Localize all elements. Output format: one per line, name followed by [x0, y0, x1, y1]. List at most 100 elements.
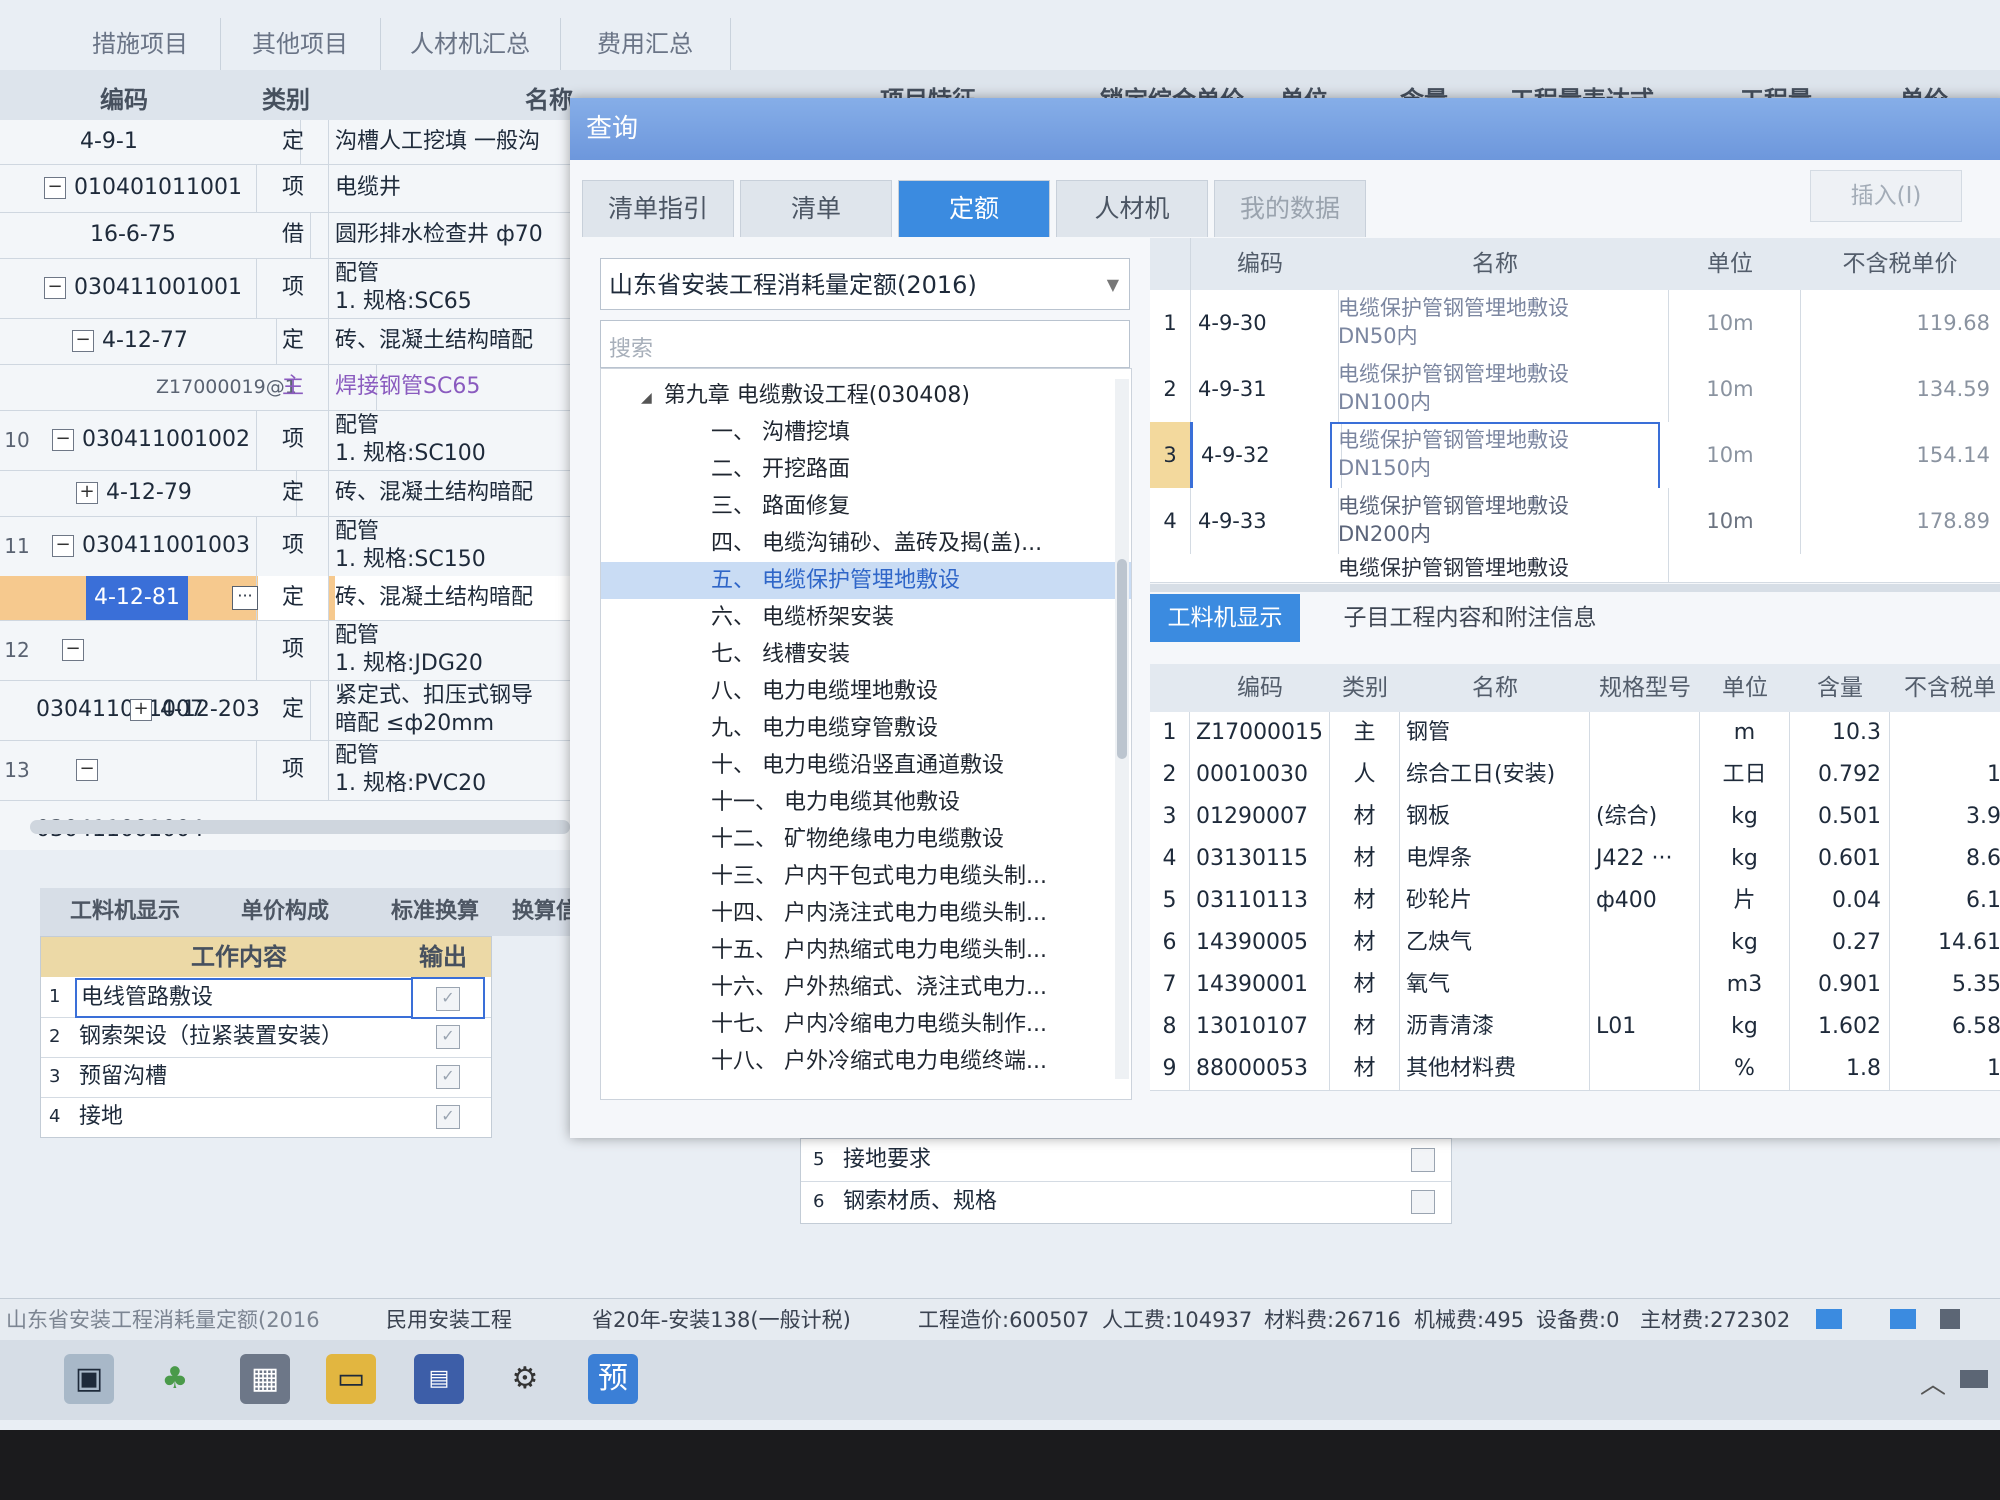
- tab-subitem-content[interactable]: 子目工程内容和附注信息: [1310, 594, 1630, 642]
- dialog-title[interactable]: 查询: [570, 98, 2000, 160]
- tree-item[interactable]: 十三、 户内干包式电力电缆头制...: [601, 858, 1131, 895]
- table-row[interactable]: 16-6-75 借 圆形排水检查井 ф70: [0, 212, 580, 259]
- table-row[interactable]: 1 电线管路敷设 ✓: [41, 977, 491, 1019]
- output-checkbox[interactable]: ✓: [436, 1097, 460, 1137]
- tree-item[interactable]: 十四、 户内浇注式电力电缆头制...: [601, 895, 1131, 932]
- collapse-toggle[interactable]: −: [72, 330, 94, 352]
- material-row[interactable]: 2 00010030 人综合工日(安装) 工日 0.792 1: [1150, 754, 2000, 797]
- tab-material-display-active[interactable]: 工料机显示: [1150, 594, 1300, 642]
- tree-item[interactable]: 二、 开挖路面: [601, 451, 1131, 488]
- table-row[interactable]: −010401011001 项 电缆井: [0, 164, 580, 213]
- quota-row-selected[interactable]: 3 4-9-32 电缆保护管钢管埋地敷设 DN150内 10m 154.14: [1150, 422, 2000, 490]
- tab-labor-material-machine[interactable]: 人材机: [1056, 180, 1208, 237]
- output-checkbox-cell[interactable]: ✓: [411, 977, 485, 1019]
- budget-app-icon[interactable]: 预: [588, 1354, 638, 1404]
- material-row[interactable]: 5 03110113 材砂轮片 ф400 片 0.04 6.1: [1150, 880, 2000, 923]
- calculator-icon[interactable]: ▦: [240, 1354, 290, 1404]
- app-icon[interactable]: ▤: [414, 1354, 464, 1404]
- material-row[interactable]: 4 03130115 材电焊条 J422 ··· kg 0.601 8.6: [1150, 838, 2000, 881]
- computer-icon[interactable]: ▣: [64, 1354, 114, 1404]
- material-row[interactable]: 7 14390001 材氧气 m3 0.901 5.35: [1150, 964, 2000, 1007]
- table-row[interactable]: 12 −030411001007 项 配管 1. 规格:JDG20: [0, 620, 580, 722]
- ellipsis-button[interactable]: ···: [232, 586, 258, 610]
- tree-item[interactable]: 十一、 电力电缆其他敷设: [601, 784, 1131, 821]
- table-row[interactable]: 10 −030411001002 项 配管 1. 规格:SC100: [0, 410, 580, 471]
- tree-expand-icon[interactable]: ◢: [641, 390, 652, 406]
- tab-quota[interactable]: 定额: [898, 180, 1050, 237]
- tree-item[interactable]: 十六、 户外热缩式、浇注式电力...: [601, 969, 1131, 1006]
- output-checkbox[interactable]: ✓: [436, 1057, 460, 1097]
- table-row[interactable]: 13 −030411001004 项 配管1. 规格:PVC20: [0, 740, 580, 842]
- table-row[interactable]: +4-12-203 定 紧定式、扣压式钢导 暗配 ≤ф20mm: [0, 680, 580, 741]
- collapse-toggle[interactable]: −: [44, 177, 66, 199]
- quota-row[interactable]: 4 4-9-33 电缆保护管钢管埋地敷设 DN200内 10m 178.89: [1150, 488, 2000, 558]
- table-row[interactable]: 2 钢索架设（拉紧装置安装） ✓: [41, 1017, 491, 1058]
- table-row[interactable]: 3 预留沟槽 ✓: [41, 1057, 491, 1098]
- table-row[interactable]: 4-9-1 定 沟槽人工挖填 一般沟: [0, 120, 580, 165]
- tree-item[interactable]: 六、 电缆桥架安装: [601, 599, 1131, 636]
- view-toggle-icon[interactable]: [1816, 1309, 1842, 1329]
- table-row[interactable]: −4-12-77 定 砖、混凝土结构暗配: [0, 318, 580, 365]
- quota-row[interactable]: 1 4-9-30 电缆保护管钢管埋地敷设 DN50内 10m 119.68: [1150, 290, 2000, 360]
- tree-item[interactable]: 九、 电力电缆穿管敷设: [601, 710, 1131, 747]
- insert-button[interactable]: 插入(I): [1810, 170, 1962, 222]
- output-checkbox[interactable]: ✓: [436, 1017, 460, 1057]
- expand-toggle[interactable]: +: [130, 699, 152, 721]
- tree-item[interactable]: 十二、 矿物绝缘电力电缆敷设: [601, 821, 1131, 858]
- quota-row[interactable]: 电缆保护管钢管埋地敷设: [1150, 554, 2000, 583]
- tab-my-data[interactable]: 我的数据: [1214, 180, 1366, 237]
- tree-item[interactable]: 三、 路面修复: [601, 488, 1131, 525]
- tree-item[interactable]: 八、 电力电缆埋地敷设: [601, 673, 1131, 710]
- material-row[interactable]: 1 Z17000015 主钢管 m 10.3: [1150, 712, 2000, 755]
- tab-other-items[interactable]: 其他项目: [220, 18, 381, 70]
- tab-bill-guide[interactable]: 清单指引: [582, 180, 734, 237]
- layout-icon[interactable]: [1890, 1309, 1916, 1329]
- tab-labor-material-summary[interactable]: 人材机汇总: [380, 18, 561, 70]
- tree-item[interactable]: 十五、 户内热缩式电力电缆头制...: [601, 932, 1131, 969]
- chevron-up-icon[interactable]: ︿: [1920, 1364, 1946, 1401]
- tab-bill[interactable]: 清单: [740, 180, 892, 237]
- output-checkbox[interactable]: [1411, 1139, 1435, 1181]
- tree-item[interactable]: 十七、 户内冷缩电力电缆头制作...: [601, 1006, 1131, 1043]
- scrollbar-thumb[interactable]: [1117, 559, 1127, 759]
- tree-item[interactable]: 十、 电力电缆沿竖直通道敷设: [601, 747, 1131, 784]
- tree-root[interactable]: ◢ 第九章 电缆敷设工程(030408): [601, 377, 1131, 414]
- material-row[interactable]: 6 14390005 材乙炔气 kg 0.27 14.61: [1150, 922, 2000, 965]
- table-row[interactable]: 4 接地 ✓: [41, 1097, 491, 1137]
- checkbox[interactable]: ✓: [436, 987, 460, 1011]
- table-row[interactable]: 6 钢索材质、规格: [801, 1181, 1451, 1223]
- quota-row[interactable]: 2 4-9-31 电缆保护管钢管埋地敷设 DN100内 10m 134.59: [1150, 356, 2000, 426]
- tree-item[interactable]: 一、 沟槽挖填: [601, 414, 1131, 451]
- collapse-toggle[interactable]: −: [44, 277, 66, 299]
- tab-material-display[interactable]: 工料机显示: [40, 888, 211, 936]
- tab-unit-price-composition[interactable]: 单价构成: [210, 888, 361, 936]
- collapse-toggle[interactable]: −: [62, 639, 84, 661]
- table-row[interactable]: 5 接地要求: [801, 1139, 1451, 1182]
- table-row[interactable]: −030411001001 项 配管 1. 规格:SC65: [0, 258, 580, 319]
- pause-icon[interactable]: [1940, 1309, 1960, 1329]
- tree-item-selected[interactable]: 五、 电缆保护管埋地敷设: [601, 562, 1131, 599]
- collapse-toggle[interactable]: −: [52, 535, 74, 557]
- folder-icon[interactable]: ▭: [326, 1354, 376, 1404]
- tree-item[interactable]: 七、 线槽安装: [601, 636, 1131, 673]
- horizontal-scrollbar[interactable]: [30, 820, 570, 834]
- material-row[interactable]: 9 88000053 材其他材料费% 1.8 1: [1150, 1048, 2000, 1091]
- table-row[interactable]: Z17000019@1 主 焊接钢管SC65: [0, 364, 580, 411]
- search-input[interactable]: 搜索: [600, 320, 1130, 368]
- collapse-toggle[interactable]: −: [76, 759, 98, 781]
- tab-standard-conversion[interactable]: 标准换算: [360, 888, 511, 936]
- row-code-editing[interactable]: 4-12-81: [86, 576, 188, 620]
- output-checkbox[interactable]: [1411, 1181, 1435, 1223]
- splitter[interactable]: [1150, 584, 2000, 592]
- table-row-selected[interactable]: 4-12-81 ··· 定 砖、混凝土结构暗配: [0, 576, 580, 621]
- gear-icon[interactable]: ⚙: [500, 1354, 550, 1404]
- tree-item[interactable]: 十八、 户外冷缩式电力电缆终端...: [601, 1043, 1131, 1080]
- tree-item[interactable]: 四、 电缆沟铺砂、盖砖及揭(盖)...: [601, 525, 1131, 562]
- tree-scrollbar[interactable]: [1115, 379, 1129, 1079]
- table-row[interactable]: 11 −030411001003 项 配管 1. 规格:SC150: [0, 516, 580, 577]
- tab-cost-summary[interactable]: 费用汇总: [560, 18, 731, 70]
- expand-toggle[interactable]: +: [76, 482, 98, 504]
- table-row[interactable]: +4-12-79 定 砖、混凝土结构暗配: [0, 470, 580, 517]
- tab-measures[interactable]: 措施项目: [60, 18, 221, 70]
- collapse-toggle[interactable]: −: [52, 429, 74, 451]
